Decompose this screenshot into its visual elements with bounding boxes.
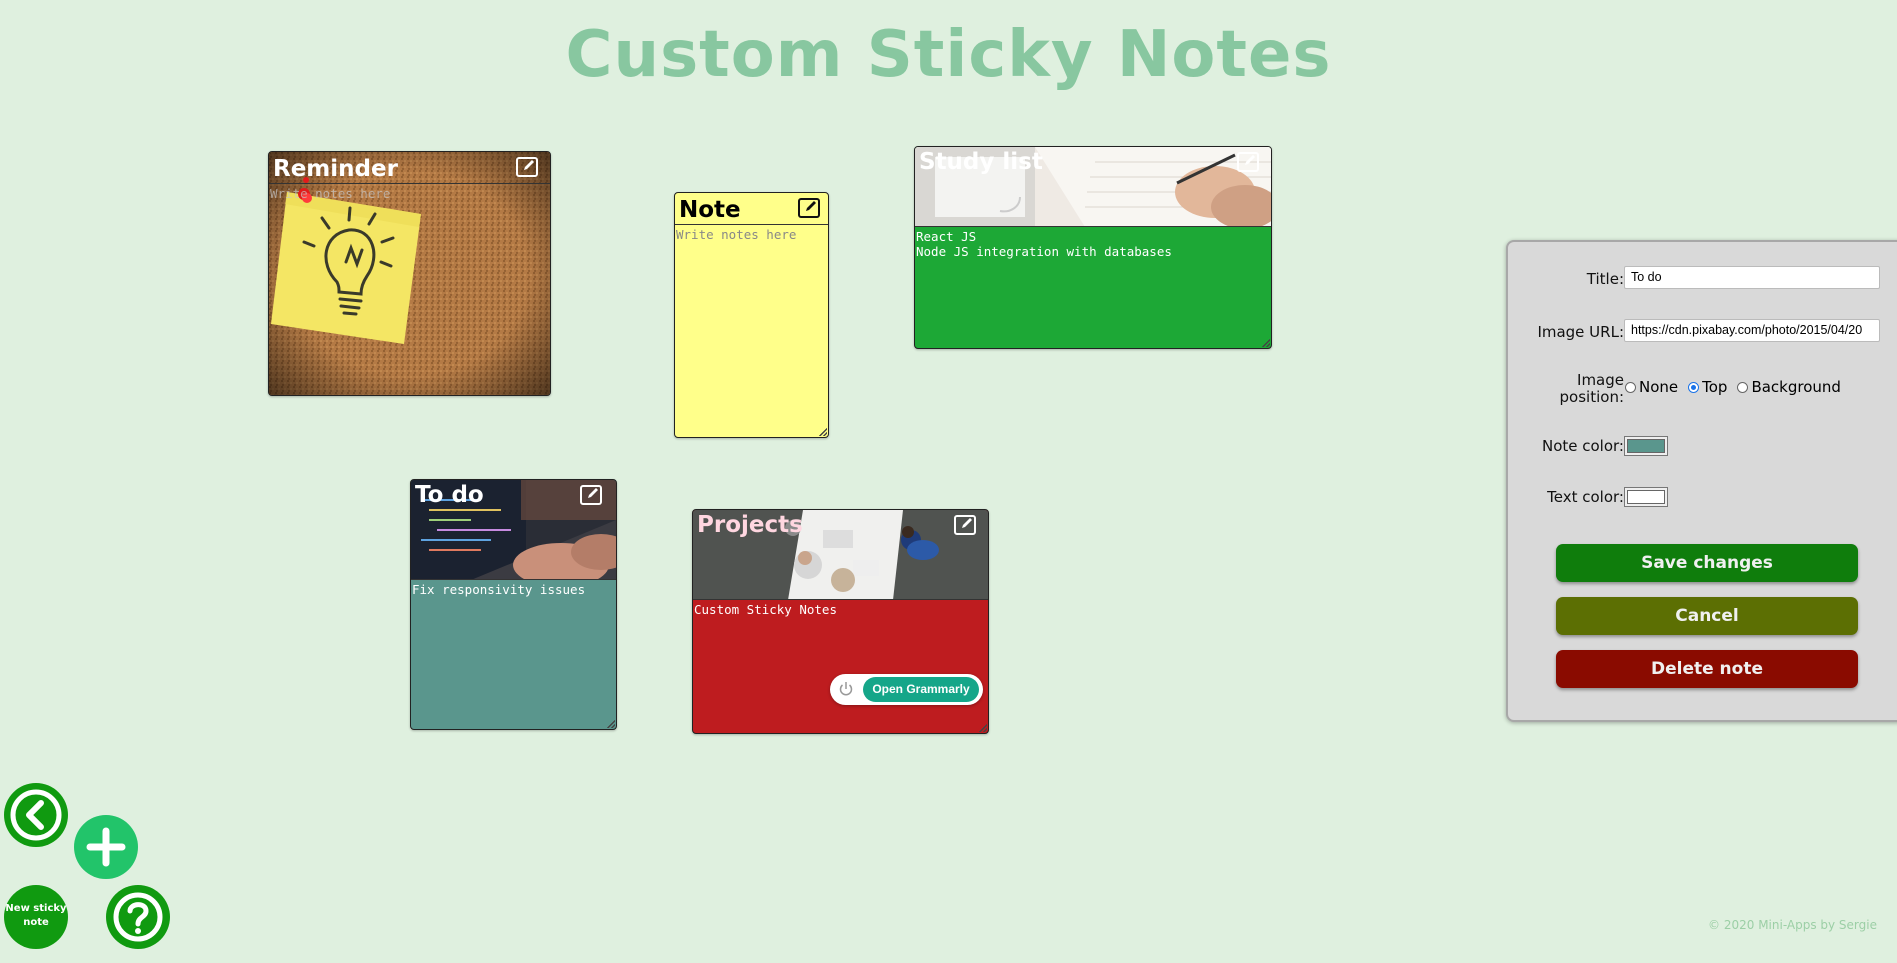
radio-top-circle[interactable]	[1688, 381, 1700, 393]
resize-handle[interactable]	[607, 720, 615, 728]
chevron-left-icon	[10, 789, 62, 841]
note-textarea[interactable]: React JS Node JS integration with databa…	[915, 227, 1271, 261]
radio-none[interactable]: None	[1625, 378, 1678, 396]
note-header: Note	[675, 193, 828, 225]
note-title[interactable]: Projects	[697, 512, 803, 538]
title-label: Title:	[1586, 270, 1624, 288]
new-sticky-note-label: New sticky note	[5, 903, 67, 928]
resize-handle[interactable]	[819, 428, 827, 436]
plus-icon	[86, 827, 126, 867]
note-title[interactable]: Note	[679, 197, 741, 223]
add-note-button[interactable]	[74, 815, 138, 879]
cancel-button[interactable]: Cancel	[1556, 597, 1858, 635]
resize-handle[interactable]	[1262, 339, 1270, 347]
note-title[interactable]: Study list	[919, 149, 1043, 175]
note-title[interactable]: To do	[415, 482, 484, 508]
note-header: Reminder	[269, 152, 550, 184]
edit-icon[interactable]	[798, 198, 820, 218]
open-grammarly-button[interactable]: Open Grammarly	[863, 677, 979, 702]
radio-top-label: Top	[1702, 378, 1728, 396]
note-color-fill	[1627, 439, 1665, 453]
image-position-group: None Top Background	[1625, 378, 1841, 396]
text-color-picker[interactable]	[1624, 487, 1668, 507]
resize-handle[interactable]	[979, 724, 987, 732]
footer-credit: © 2020 Mini-Apps by Sergie	[1708, 918, 1877, 932]
page-title: Custom Sticky Notes	[565, 18, 1332, 92]
note-editor-panel: Title: To do Image URL: https://cdn.pixa…	[1506, 240, 1897, 722]
note-title[interactable]: Reminder	[273, 156, 398, 182]
note-textarea[interactable]: Fix responsivity issues	[411, 580, 616, 599]
sticky-note-to-do[interactable]: To do Fix responsivity issues	[410, 479, 617, 730]
edit-icon[interactable]	[954, 515, 976, 535]
edit-icon[interactable]	[1237, 152, 1259, 172]
new-sticky-note-button[interactable]: New sticky note	[4, 885, 68, 949]
title-input[interactable]: To do	[1624, 266, 1880, 289]
radio-none-label: None	[1639, 378, 1679, 396]
back-button[interactable]	[4, 783, 68, 847]
text-color-label: Text color:	[1547, 488, 1624, 506]
note-textarea[interactable]: Write notes here	[269, 184, 550, 203]
image-url-input[interactable]: https://cdn.pixabay.com/photo/2015/04/20	[1624, 319, 1880, 342]
grammarly-widget[interactable]: Open Grammarly	[830, 674, 983, 705]
note-header: Projects	[693, 510, 988, 600]
power-icon[interactable]	[837, 680, 855, 698]
edit-icon[interactable]	[580, 485, 602, 505]
radio-background-label: Background	[1751, 378, 1841, 396]
note-textarea[interactable]: Write notes here	[675, 225, 828, 244]
note-header: To do	[411, 480, 616, 580]
radio-none-circle[interactable]	[1625, 381, 1636, 393]
save-changes-button[interactable]: Save changes	[1556, 544, 1858, 582]
note-textarea[interactable]: Custom Sticky Notes	[693, 600, 988, 619]
sticky-note-reminder[interactable]: Reminder Write notes here	[268, 151, 551, 396]
delete-note-button[interactable]: Delete note	[1556, 650, 1858, 688]
radio-background[interactable]: Background	[1737, 378, 1841, 396]
note-header: Study list	[915, 147, 1271, 227]
question-icon	[113, 892, 163, 942]
edit-icon[interactable]	[516, 157, 538, 177]
help-button[interactable]	[106, 885, 170, 949]
radio-background-circle[interactable]	[1737, 381, 1749, 393]
note-color-picker[interactable]	[1624, 436, 1668, 456]
image-url-label: Image URL:	[1537, 323, 1624, 341]
note-color-label: Note color:	[1541, 437, 1624, 455]
image-position-label: Image position:	[1559, 371, 1624, 406]
text-color-fill	[1627, 490, 1665, 504]
sticky-note-study-list[interactable]: Study list React JS Node JS integration …	[914, 146, 1272, 349]
radio-top[interactable]: Top	[1688, 378, 1727, 396]
sticky-note-note[interactable]: Note Write notes here	[674, 192, 829, 438]
